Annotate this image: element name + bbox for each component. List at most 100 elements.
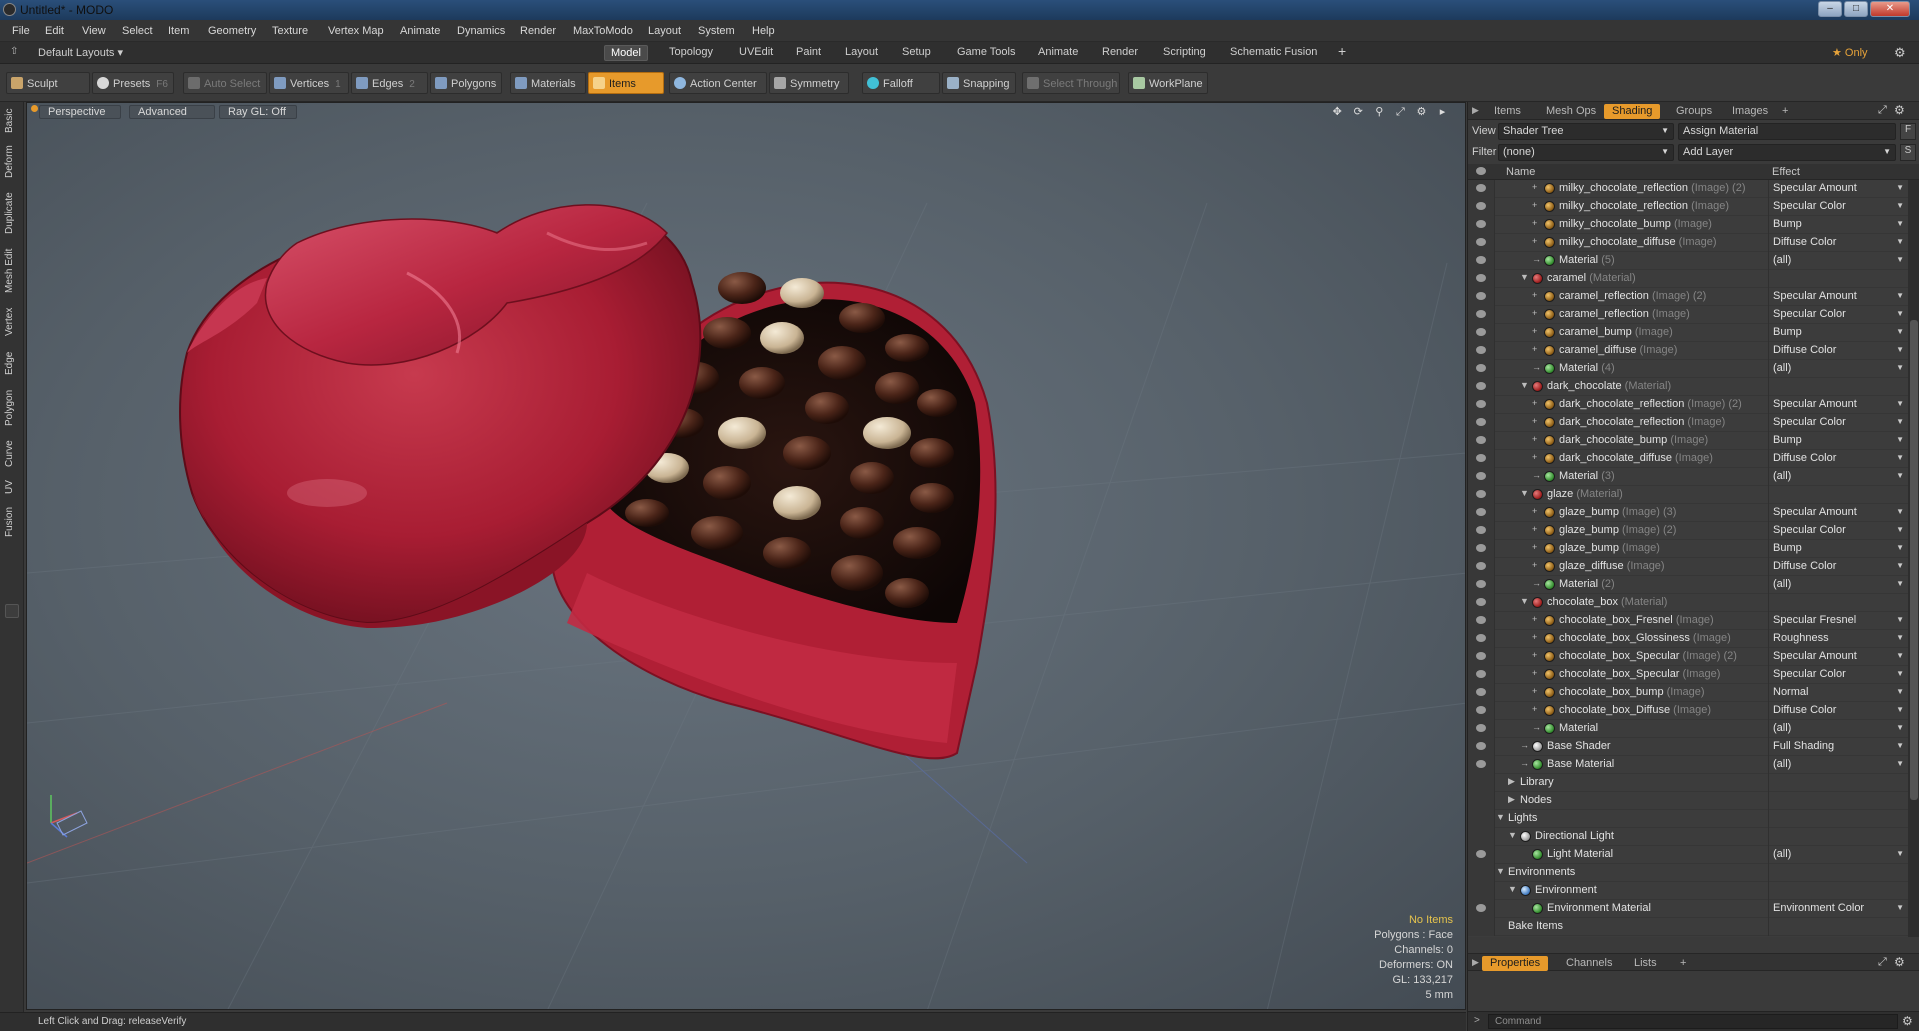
tree-row[interactable]: + glaze_bump (Image) Bump ▼ [1468,540,1908,558]
effect-cell[interactable] [1768,270,1908,288]
tab-schematic-fusion[interactable]: Schematic Fusion [1224,45,1323,61]
expand-plus-icon[interactable]: + [1532,632,1537,642]
expand-plus-icon[interactable]: + [1532,218,1537,228]
menu-item[interactable]: Item [168,25,189,37]
panel-grip-icon[interactable]: ▶ [1472,105,1479,116]
expand-toggle-icon[interactable]: ▶ [1508,794,1515,805]
tree-row[interactable]: + dark_chocolate_reflection (Image) (2) Sp… [1468,396,1908,414]
effect-cell[interactable]: Bump ▼ [1768,540,1908,558]
tree-row[interactable]: ▶ Nodes [1468,792,1908,810]
tree-row[interactable]: + chocolate_box_Specular (Image) Specular … [1468,666,1908,684]
connector-arrow-icon[interactable]: → [1532,362,1541,372]
effect-cell[interactable]: (all) ▼ [1768,576,1908,594]
tree-row[interactable]: + caramel_diffuse (Image) Diffuse Color ▼ [1468,342,1908,360]
visibility-cell[interactable] [1468,882,1495,900]
eye-icon[interactable] [1476,418,1486,426]
eye-icon[interactable] [1476,274,1486,282]
tree-row[interactable]: + chocolate_box_Diffuse (Image) Diffuse Co… [1468,702,1908,720]
expand-plus-icon[interactable]: + [1532,416,1537,426]
sculpt-button[interactable]: Sculpt [6,72,90,94]
menu-view[interactable]: View [82,25,106,37]
tree-row[interactable]: + chocolate_box_Glossiness (Image) Roughne… [1468,630,1908,648]
effect-cell[interactable] [1768,378,1908,396]
eye-icon[interactable] [1476,346,1486,354]
tree-row[interactable]: → Material (2) (all) ▼ [1468,576,1908,594]
tree-row[interactable]: + chocolate_box_Fresnel (Image) Specular F… [1468,612,1908,630]
tree-row[interactable]: + glaze_bump (Image) (2) Specular Color ▼ [1468,522,1908,540]
filter-select[interactable]: (none) ▼ [1498,144,1674,161]
eye-icon[interactable] [1476,184,1486,192]
shading-mode-select[interactable]: Advanced [129,105,215,119]
eye-icon[interactable] [1476,238,1486,246]
expand-plus-icon[interactable]: + [1532,326,1537,336]
eye-icon[interactable] [1476,616,1486,624]
tab-fusion[interactable]: Fusion [4,502,20,542]
effect-cell[interactable]: Bump ▼ [1768,216,1908,234]
expand-toggle-icon[interactable]: ▼ [1496,812,1505,822]
tab-vertex[interactable]: Vertex [4,302,20,342]
expand-properties-icon[interactable]: ⤢ [1878,956,1887,969]
effect-cell[interactable] [1768,486,1908,504]
panel-settings-icon[interactable]: ⚙ [1894,103,1905,117]
minimize-button[interactable]: – [1818,1,1842,17]
effect-cell[interactable]: (all) ▼ [1768,252,1908,270]
tree-row[interactable]: + caramel_bump (Image) Bump ▼ [1468,324,1908,342]
tree-row[interactable]: + milky_chocolate_reflection (Image) (2) S… [1468,180,1908,198]
menu-texture[interactable]: Texture [272,25,308,37]
shader-tree-scrollbar[interactable] [1908,180,1919,937]
eye-icon[interactable] [1476,760,1486,768]
tab-shading[interactable]: Shading [1604,104,1661,119]
menu-animate[interactable]: Animate [400,25,440,37]
effect-cell[interactable]: (all) ▼ [1768,360,1908,378]
tree-row[interactable]: + milky_chocolate_bump (Image) Bump ▼ [1468,216,1908,234]
eye-icon[interactable] [1476,652,1486,660]
layout-pin-icon[interactable]: ⇧ [10,46,18,57]
materials-button[interactable]: Materials [510,72,586,94]
eye-icon[interactable] [1476,562,1486,570]
eye-icon[interactable] [1476,526,1486,534]
expand-toggle-icon[interactable]: ▼ [1496,866,1505,876]
effect-cell[interactable] [1768,864,1908,882]
effect-cell[interactable] [1768,810,1908,828]
tool-palette-toggle[interactable] [5,604,19,618]
tab-channels[interactable]: Channels [1558,956,1620,971]
layout-select[interactable]: Default Layouts ▾ [32,45,129,61]
eye-icon[interactable] [1476,544,1486,552]
tab-model[interactable]: Model [604,45,648,61]
tree-row[interactable]: + chocolate_box_bump (Image) Normal ▼ [1468,684,1908,702]
eye-icon[interactable] [1476,688,1486,696]
tab-deform[interactable]: Deform [4,142,20,182]
add-layout-tab-button[interactable]: + [1332,42,1352,59]
expand-plus-icon[interactable]: + [1532,182,1537,192]
tab-lists[interactable]: Lists [1626,956,1665,971]
effect-cell[interactable]: Specular Amount ▼ [1768,648,1908,666]
effect-cell[interactable]: Roughness ▼ [1768,630,1908,648]
view-mode-select[interactable]: Perspective [39,105,121,119]
auto-select-button[interactable]: Auto Select [183,72,267,94]
effect-cell[interactable]: (all) ▼ [1768,846,1908,864]
effect-cell[interactable]: Specular Amount ▼ [1768,504,1908,522]
tree-row[interactable]: ▼ Directional Light [1468,828,1908,846]
tab-edge[interactable]: Edge [4,346,20,380]
expand-toggle-icon[interactable]: ▶ [1508,776,1515,787]
properties-grip-icon[interactable]: ▶ [1472,957,1479,968]
menu-layout[interactable]: Layout [648,25,681,37]
command-input[interactable]: Command [1488,1014,1898,1029]
expand-plus-icon[interactable]: + [1532,686,1537,696]
visibility-cell[interactable] [1468,774,1495,792]
close-button[interactable]: ✕ [1870,1,1910,17]
view-select[interactable]: Shader Tree ▼ [1498,123,1674,140]
connector-arrow-icon[interactable]: → [1520,740,1529,750]
tab-game-tools[interactable]: Game Tools [951,45,1022,61]
connector-arrow-icon[interactable]: → [1532,470,1541,480]
effect-cell[interactable] [1768,882,1908,900]
eye-icon[interactable] [1476,904,1486,912]
eye-icon[interactable] [1476,634,1486,642]
effect-cell[interactable]: Specular Amount ▼ [1768,180,1908,198]
effect-cell[interactable]: (all) ▼ [1768,468,1908,486]
eye-icon[interactable] [1476,706,1486,714]
zoom-view-icon[interactable]: ⚲ [1373,105,1386,118]
vertices-button[interactable]: Vertices 1 [269,72,349,94]
snapping-button[interactable]: Snapping [942,72,1016,94]
tree-row[interactable]: → Material (all) ▼ [1468,720,1908,738]
